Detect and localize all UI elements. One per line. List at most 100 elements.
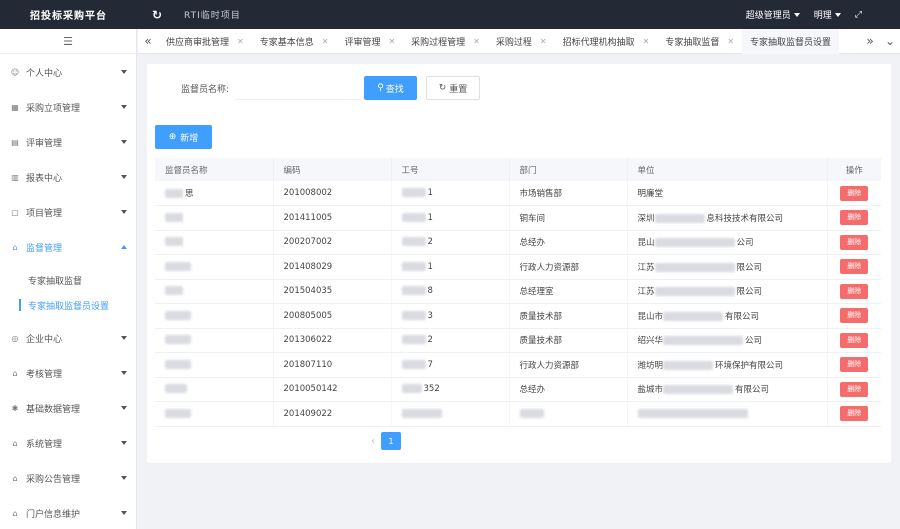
fullscreen-icon[interactable]: ⤢: [855, 10, 862, 20]
delete-button[interactable]: 删除: [840, 381, 869, 397]
redacted-block: [401, 237, 426, 247]
delete-button[interactable]: 删除: [840, 185, 869, 201]
job-cell: 352: [391, 377, 510, 402]
reset-button[interactable]: ↻ 重置: [426, 76, 480, 100]
delete-button[interactable]: 删除: [840, 357, 869, 373]
project-label[interactable]: RTI临时项目: [184, 8, 241, 21]
close-icon[interactable]: ✕: [473, 37, 480, 46]
dept-cell: 总经办: [509, 230, 628, 255]
plus-circle-icon: ⊕: [168, 132, 177, 142]
redacted-block: [165, 237, 183, 247]
sidebar-item-reports[interactable]: ▥ 报表中心: [0, 167, 137, 187]
table-row[interactable]: 200207002 2 总经办 昆山 公司 删除: [155, 230, 881, 255]
close-icon[interactable]: ✕: [388, 37, 395, 46]
tab-label: 招标代理机构抽取: [562, 37, 635, 48]
chevron-down-icon: [121, 441, 127, 445]
sidebar-item-label: 项目管理: [26, 208, 63, 219]
close-icon[interactable]: ✕: [727, 37, 734, 46]
page-number[interactable]: 1: [381, 432, 401, 450]
sidebar-item-system[interactable]: ⌂ 系统管理: [0, 433, 137, 453]
delete-button[interactable]: 删除: [840, 283, 869, 299]
portal-icon: ⌂: [12, 508, 18, 518]
user-dropdown[interactable]: 明理: [814, 8, 841, 21]
tab-supervisor-settings[interactable]: 专家抽取监督员设置: [742, 28, 840, 54]
tab-supplier-approval[interactable]: 供应商审批管理 ✕: [158, 29, 252, 54]
table-row[interactable]: 200805005 3 质量技术部 昆山市 有限公司 删除: [155, 303, 881, 329]
name-cell: [155, 352, 274, 378]
column-header[interactable]: 编码: [273, 158, 392, 181]
code-cell: 200207002: [273, 230, 392, 255]
add-button[interactable]: ⊕ 新增: [155, 125, 212, 149]
sidebar-item-project[interactable]: ▢ 项目管理: [0, 202, 137, 222]
supervisor-name-input[interactable]: [235, 76, 362, 100]
sidebar-item-assessment[interactable]: ⌂ 考核管理: [0, 363, 137, 383]
tab-expert-info[interactable]: 专家基本信息 ✕: [252, 29, 337, 54]
close-icon[interactable]: ✕: [237, 37, 244, 46]
job-cell: 2: [391, 230, 510, 255]
sidebar-item-review[interactable]: ▤ 评审管理: [0, 132, 137, 152]
tabs-scroll-right-icon[interactable]: »: [860, 34, 880, 48]
tabs-scroll-left-icon[interactable]: «: [138, 34, 158, 48]
unit-tail-text: 环境保护有限公司: [715, 360, 784, 371]
table-row[interactable]: 201408029 1 行政人力资源部 江苏 限公司 删除: [155, 254, 881, 280]
table-row[interactable]: 201306022 2 质量技术部 绍兴华 公司 删除: [155, 328, 881, 353]
submenu-supervisor-settings[interactable]: 专家抽取监督员设置: [0, 296, 137, 314]
delete-button[interactable]: 删除: [840, 210, 869, 226]
redacted-block: [401, 188, 426, 197]
table-row[interactable]: 201504035 8 总经理室 江苏 限公司 删除: [155, 279, 881, 304]
dept-cell: 总经理室: [509, 279, 628, 304]
delete-button[interactable]: 删除: [840, 308, 869, 324]
unit-cell: 明廉堂: [627, 181, 828, 206]
chevron-down-icon: [121, 140, 127, 144]
tab-procurement-process-mgmt[interactable]: 采购过程管理 ✕: [403, 29, 488, 54]
search-button[interactable]: ⚲ 查找: [364, 76, 417, 100]
tab-procurement-process[interactable]: 采购过程 ✕: [488, 29, 555, 54]
dept-cell: 总经办: [509, 377, 628, 402]
action-cell: 删除: [827, 401, 881, 427]
sidebar-item-personal[interactable]: ☺ 个人中心: [0, 62, 137, 82]
column-header[interactable]: 监督员名称: [155, 158, 274, 181]
submenu-expert-extraction-supervision[interactable]: 专家抽取监督: [0, 271, 137, 289]
unit-text: 绍兴华: [637, 336, 664, 347]
tab-agency-extraction[interactable]: 招标代理机构抽取 ✕: [555, 29, 658, 54]
name-cell: [155, 377, 274, 402]
delete-button[interactable]: 删除: [840, 234, 869, 250]
table-row[interactable]: 201409022 删除: [155, 401, 881, 427]
table-row[interactable]: 201807110 7 行政人力资源部 潍坊明 环境保护有限公司 删除: [155, 352, 881, 378]
close-icon[interactable]: ✕: [540, 37, 547, 46]
tabs-menu-chevron-icon[interactable]: ⌄: [880, 34, 900, 48]
sidebar-item-label: 考核管理: [26, 369, 63, 380]
sidebar-item-basic-data[interactable]: ✱ 基础数据管理: [0, 398, 137, 418]
role-label: 超级管理员: [745, 11, 791, 21]
job-text: 1: [427, 212, 433, 223]
menu-toggle-icon[interactable]: ☰: [0, 29, 136, 54]
column-header[interactable]: 工号: [391, 158, 510, 181]
table-row[interactable]: 201411005 1 铜车间 深圳 息科技技术有限公司 删除: [155, 205, 881, 231]
column-header[interactable]: 单位: [627, 158, 828, 181]
close-icon[interactable]: ✕: [643, 37, 650, 46]
close-icon[interactable]: ✕: [322, 37, 329, 46]
table-row[interactable]: 2010050142 352 总经办 盐城市 有限公司 删除: [155, 377, 881, 402]
sidebar-item-supervision[interactable]: ⌂ 监督管理: [0, 237, 137, 257]
sidebar-item-enterprise[interactable]: ◎ 企业中心: [0, 328, 137, 348]
sidebar-item-portal[interactable]: ⌂ 门户信息维护: [0, 503, 137, 523]
sidebar-item-procurement-project[interactable]: ▦ 采购立项管理: [0, 97, 137, 117]
delete-button[interactable]: 删除: [840, 259, 869, 275]
tab-review[interactable]: 评审管理 ✕: [336, 29, 403, 54]
column-header[interactable]: 部门: [509, 158, 628, 181]
delete-button[interactable]: 删除: [840, 332, 869, 348]
delete-button[interactable]: 删除: [840, 406, 869, 422]
table-row[interactable]: 思 201008002 1 市场销售部 明廉堂 删除: [155, 181, 881, 206]
redacted-block: [663, 336, 744, 346]
job-cell: 8: [391, 279, 510, 304]
redacted-block: [654, 238, 735, 248]
tab-expert-supervision[interactable]: 专家抽取监督 ✕: [657, 29, 742, 54]
redacted-block: [401, 384, 422, 394]
prev-page-icon[interactable]: ‹: [371, 436, 375, 447]
unit-tail-text: 息科技技术有限公司: [706, 213, 784, 224]
refresh-icon[interactable]: ↻: [152, 8, 172, 22]
role-dropdown[interactable]: 超级管理员: [746, 8, 800, 21]
unit-cell: 昆山市 有限公司: [627, 303, 828, 329]
sidebar-item-notice[interactable]: ⌂ 采购公告管理: [0, 468, 137, 488]
unit-text: 潍坊明: [637, 360, 664, 371]
